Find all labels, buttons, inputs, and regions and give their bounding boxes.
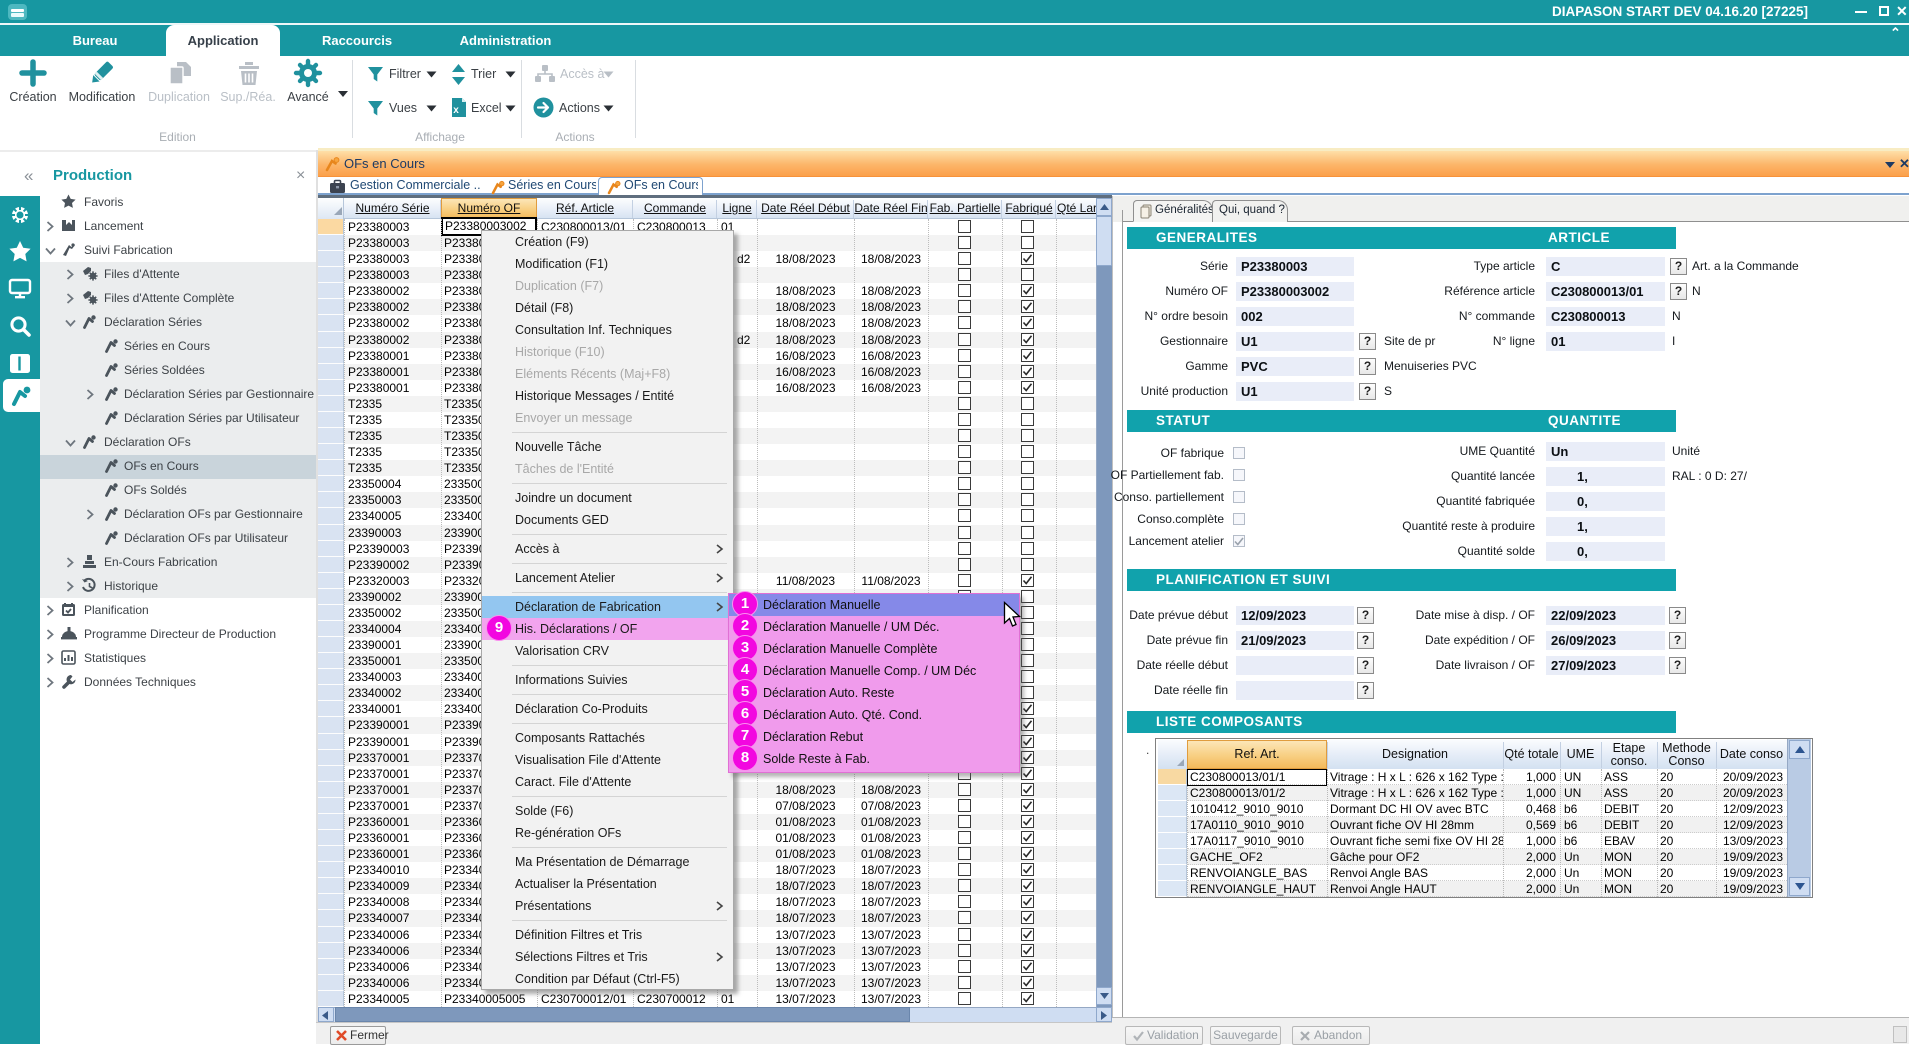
svg-text:x: x <box>453 105 459 116</box>
